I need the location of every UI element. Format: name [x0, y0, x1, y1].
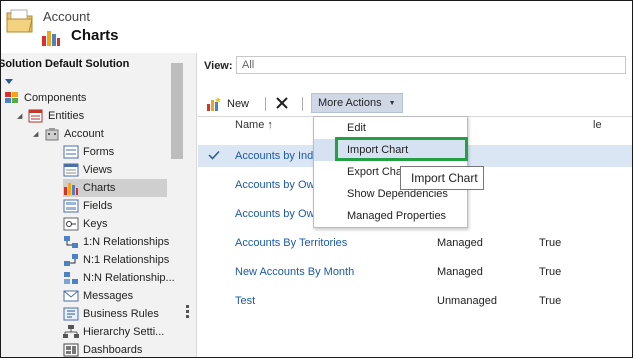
nav-account[interactable]: ◢ Account	[33, 125, 104, 143]
keys-icon	[63, 217, 79, 231]
toolbar-separator	[265, 97, 266, 111]
view-label: View:	[204, 60, 233, 72]
views-icon	[63, 163, 79, 177]
toolbar-separator	[302, 97, 303, 111]
nav-label: Components	[24, 92, 87, 104]
new-button-label: New	[227, 98, 250, 110]
account-icon	[45, 128, 59, 141]
dashboards-icon	[63, 343, 79, 357]
chart-icon	[42, 31, 60, 46]
more-actions-button[interactable]: More Actions ▼	[311, 93, 403, 113]
nav-components[interactable]: Components	[4, 89, 86, 107]
relationship-icon	[64, 272, 78, 284]
row-state: Managed	[437, 266, 483, 278]
nav-dashboards[interactable]: Dashboards	[63, 341, 143, 357]
nav-label: Account	[64, 128, 104, 140]
charts-icon	[64, 183, 78, 195]
nav-forms[interactable]: Forms	[63, 143, 114, 161]
column-header-name[interactable]: Name ↑	[235, 119, 273, 131]
business-rules-icon	[63, 307, 79, 321]
nav-n1-relationships[interactable]: N:1 Relationships	[63, 251, 169, 269]
nav-business-rules[interactable]: Business Rules	[63, 305, 159, 323]
expand-triangle-icon[interactable]: ◢	[33, 130, 41, 138]
nav-scrollbar-thumb[interactable]	[171, 63, 183, 159]
nav-label: Keys	[83, 218, 108, 230]
row-name[interactable]: New Accounts By Month	[235, 266, 354, 278]
menu-item-edit[interactable]: Edit	[314, 117, 467, 139]
row-state: Managed	[437, 237, 483, 249]
nav-label: Business Rules	[83, 308, 159, 320]
messages-icon	[63, 290, 79, 302]
table-row[interactable]: Test Unmanaged True	[198, 290, 632, 312]
row-name[interactable]: Accounts by Ow	[235, 208, 314, 220]
row-name[interactable]: Accounts by Ow	[235, 179, 314, 191]
command-bar: New More Actions ▼	[198, 91, 632, 117]
nav-nn-relationships[interactable]: N:N Relationship...	[63, 269, 175, 287]
relationship-icon	[64, 236, 78, 248]
nav-entities[interactable]: ◢ Entities	[17, 107, 84, 125]
nav-label: Dashboards	[83, 344, 143, 356]
solution-label: Solution Default Solution	[1, 58, 130, 70]
page-title: Charts	[71, 27, 119, 44]
more-actions-label: More Actions	[318, 97, 382, 109]
collapse-caret-icon[interactable]	[5, 79, 13, 84]
import-chart-highlight-box	[335, 137, 468, 161]
nav-keys[interactable]: Keys	[63, 215, 107, 233]
row-customizable: True	[539, 295, 562, 307]
table-row[interactable]: Accounts By Territories Managed True	[198, 232, 632, 254]
nav-hierarchy-settings[interactable]: Hierarchy Setti...	[63, 323, 164, 341]
hierarchy-icon	[63, 325, 79, 338]
nav-label: Forms	[83, 146, 115, 158]
row-name[interactable]: Test	[235, 295, 255, 307]
tooltip: Import Chart	[400, 166, 484, 190]
menu-item-managed-properties[interactable]: Managed Properties	[314, 205, 467, 227]
nav-views[interactable]: Views	[63, 161, 112, 179]
forms-icon	[63, 145, 79, 159]
entities-icon	[28, 109, 43, 123]
components-icon	[5, 92, 18, 103]
row-name[interactable]: Accounts by Ind	[235, 150, 313, 162]
nav-label: Views	[83, 164, 113, 176]
new-chart-icon	[207, 97, 221, 111]
solution-tree: Solution Default Solution Components ◢ E…	[1, 53, 197, 357]
expand-triangle-icon[interactable]: ◢	[17, 112, 25, 120]
nav-label: Messages	[83, 290, 134, 302]
nav-label: Fields	[83, 200, 113, 212]
table-row[interactable]: New Accounts By Month Managed True	[198, 261, 632, 283]
nav-messages[interactable]: Messages	[63, 287, 133, 305]
nav-fields[interactable]: Fields	[63, 197, 112, 215]
entity-name: Account	[43, 9, 90, 24]
app-window: Account Charts Solution Default Solution…	[0, 0, 633, 358]
folder-icon	[6, 9, 33, 33]
row-state: Unmanaged	[437, 295, 497, 307]
nav-charts[interactable]: Charts	[63, 179, 167, 197]
chevron-down-icon: ▼	[388, 99, 396, 107]
pane-splitter-handle[interactable]	[186, 305, 189, 321]
nav-label: Hierarchy Setti...	[83, 326, 165, 338]
row-name[interactable]: Accounts By Territories	[235, 237, 347, 249]
nav-label: 1:N Relationships	[83, 236, 170, 248]
new-button[interactable]: New	[206, 94, 249, 114]
nav-label: Entities	[48, 110, 85, 122]
nav-1n-relationships[interactable]: 1:N Relationships	[63, 233, 169, 251]
relationship-icon	[64, 254, 78, 266]
column-header-customizable[interactable]: le	[593, 119, 602, 131]
nav-label: Charts	[83, 182, 116, 194]
fields-icon	[63, 199, 79, 213]
view-selector[interactable]: All	[236, 56, 626, 74]
delete-icon[interactable]	[274, 95, 290, 111]
page-header: Account Charts	[1, 1, 632, 53]
nav-label: N:1 Relationships	[83, 254, 170, 266]
checkmark-icon[interactable]	[208, 150, 220, 160]
row-customizable: True	[539, 237, 562, 249]
nav-label: N:N Relationship...	[83, 272, 175, 284]
row-customizable: True	[539, 266, 562, 278]
